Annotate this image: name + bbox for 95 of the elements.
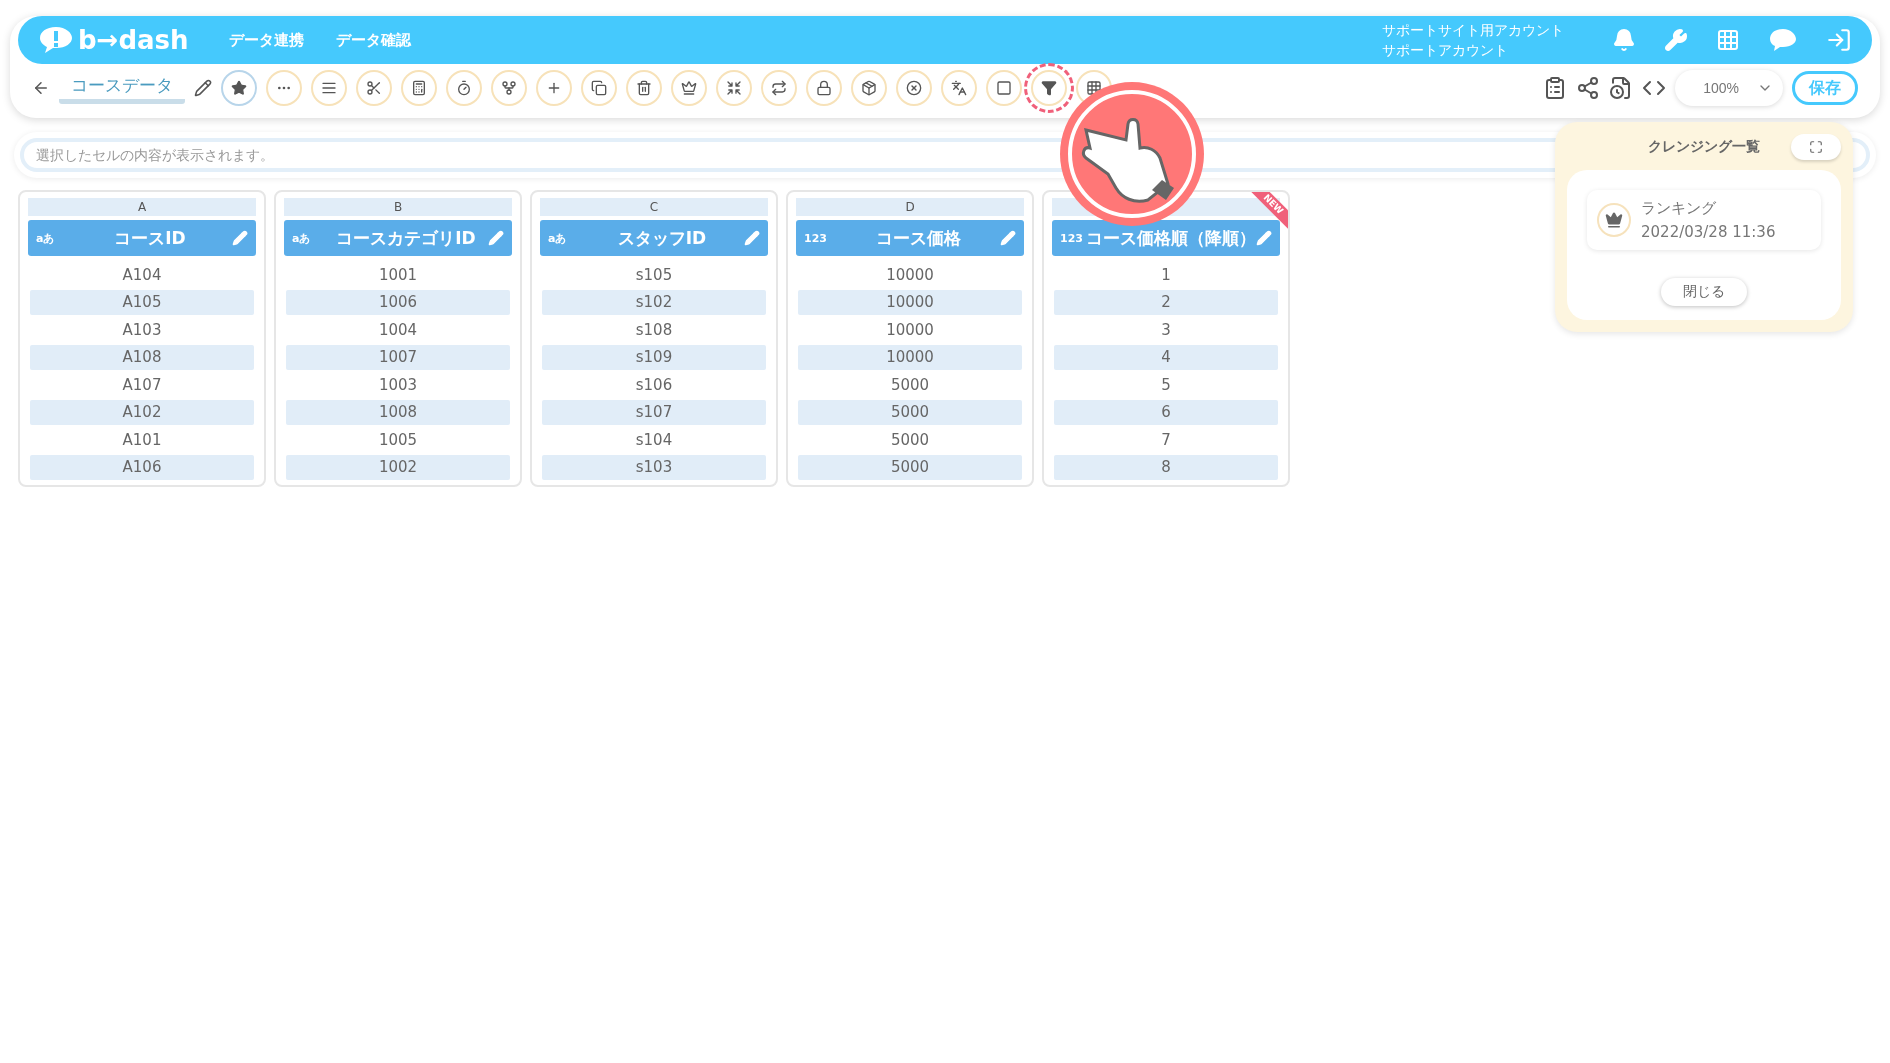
table-cell: s109 xyxy=(542,345,766,370)
table-cell-text: A101 xyxy=(121,429,163,451)
scissors-icon[interactable] xyxy=(356,70,392,106)
clipboard-icon[interactable] xyxy=(1543,76,1567,100)
column-header[interactable]: 123 コース価格順（降順） xyxy=(1052,220,1280,256)
table-cell: 5000 xyxy=(798,455,1022,480)
column-title: コースID xyxy=(113,226,187,250)
table-cell-text: 10000 xyxy=(885,319,935,341)
table-cell-text: 1 xyxy=(1160,264,1172,286)
table-cell: 1008 xyxy=(286,400,510,425)
table-cell: 5000 xyxy=(798,400,1022,425)
column-letter: C xyxy=(540,198,768,216)
table-cell-text: s105 xyxy=(634,264,674,286)
table-cell-text: A104 xyxy=(121,264,163,286)
table-cell: 10000 xyxy=(798,345,1022,370)
type-tag: 123 xyxy=(1060,231,1086,245)
nav-link[interactable]: データ確認 xyxy=(335,30,411,50)
plus-icon[interactable] xyxy=(536,70,572,106)
fork-icon[interactable] xyxy=(491,70,527,106)
account-name: サポートサイト用アカウント xyxy=(1382,21,1564,40)
lines-icon[interactable] xyxy=(311,70,347,106)
crown-icon[interactable] xyxy=(671,70,707,106)
column-letter: D xyxy=(796,198,1024,216)
column-letter: A xyxy=(28,198,256,216)
close-button[interactable]: 閉じる xyxy=(1661,278,1747,306)
table-cell-text: 1003 xyxy=(377,374,419,396)
table-cell: 1002 xyxy=(286,455,510,480)
box-icon[interactable] xyxy=(851,70,887,106)
table-cell: A106 xyxy=(30,455,254,480)
type-tag: aあ xyxy=(548,230,580,246)
share-icon[interactable] xyxy=(1576,76,1600,100)
item-name: ランキング xyxy=(1641,198,1717,219)
type-tag: aあ xyxy=(36,230,68,246)
table-cell-text: 5 xyxy=(1160,374,1172,396)
zoom-select[interactable]: 100% xyxy=(1675,70,1783,106)
cleansing-item[interactable]: ランキング 2022/03/28 11:36 xyxy=(1587,190,1821,250)
table-cell-text: 5000 xyxy=(889,429,931,451)
copy-icon[interactable] xyxy=(581,70,617,106)
table-cell-text: A103 xyxy=(121,319,163,341)
save-button[interactable]: 保存 xyxy=(1792,71,1858,105)
repeat-icon[interactable] xyxy=(761,70,797,106)
column-title: コースカテゴリID xyxy=(335,226,477,250)
table-cell-text: s108 xyxy=(634,319,674,341)
timer-icon[interactable] xyxy=(446,70,482,106)
pencil-icon[interactable] xyxy=(194,79,212,97)
account-name: サポートアカウント xyxy=(1382,41,1509,60)
file-history-icon[interactable] xyxy=(1609,76,1633,100)
table-cell: 10000 xyxy=(798,290,1022,315)
close-circle-icon[interactable] xyxy=(896,70,932,106)
column-title: コース価格順（降順） xyxy=(1086,226,1256,250)
panel-title: クレンジング一覧 xyxy=(1647,138,1761,156)
table-cell: 6 xyxy=(1054,400,1278,425)
type-tag: 123 xyxy=(804,231,836,245)
table-cell: 2 xyxy=(1054,290,1278,315)
table-cell: 8 xyxy=(1054,455,1278,480)
type-tag: aあ xyxy=(292,230,324,246)
nav-link[interactable]: データ連携 xyxy=(228,30,304,50)
table-cell-text: 3 xyxy=(1160,319,1172,341)
logo-icon xyxy=(38,25,74,55)
column-header[interactable]: aあ コースカテゴリID xyxy=(284,220,512,256)
table-cell: 1007 xyxy=(286,345,510,370)
table-cell: A108 xyxy=(30,345,254,370)
column-header[interactable]: aあ スタッフID xyxy=(540,220,768,256)
table-cell-text: 1005 xyxy=(377,429,419,451)
sheet-title: コースデータ xyxy=(59,72,185,104)
item-date: 2022/03/28 11:36 xyxy=(1641,222,1776,243)
table-cell: s107 xyxy=(542,400,766,425)
column-title: コース価格 xyxy=(874,226,962,250)
dots-icon[interactable] xyxy=(266,70,302,106)
lock-icon[interactable] xyxy=(806,70,842,106)
trash-icon[interactable] xyxy=(626,70,662,106)
back-icon[interactable] xyxy=(32,79,50,97)
table-cell: A102 xyxy=(30,400,254,425)
logo-text: b→dash xyxy=(78,25,189,55)
table-cell: A105 xyxy=(30,290,254,315)
table-cell: 1006 xyxy=(286,290,510,315)
column-header[interactable]: aあ コースID xyxy=(28,220,256,256)
table-cell-text: 1004 xyxy=(377,319,419,341)
crown-icon xyxy=(1597,203,1631,237)
shrink-icon[interactable] xyxy=(716,70,752,106)
table-cell: s103 xyxy=(542,455,766,480)
table-cell-text: 1001 xyxy=(377,264,419,286)
table-cell-text: A107 xyxy=(121,374,163,396)
table-cell-text: 7 xyxy=(1160,429,1172,451)
table-cell: s102 xyxy=(542,290,766,315)
column-header[interactable]: 123 コース価格 xyxy=(796,220,1024,256)
math-icon[interactable] xyxy=(401,70,437,106)
column-title: スタッフID xyxy=(616,226,708,250)
table-cell-text: s104 xyxy=(634,429,674,451)
table-cell-text: 10000 xyxy=(885,264,935,286)
translate-icon[interactable] xyxy=(941,70,977,106)
column-letter: B xyxy=(284,198,512,216)
table-cell: 4 xyxy=(1054,345,1278,370)
table-cell-text: s106 xyxy=(634,374,674,396)
table-cell-text: 5000 xyxy=(889,374,931,396)
